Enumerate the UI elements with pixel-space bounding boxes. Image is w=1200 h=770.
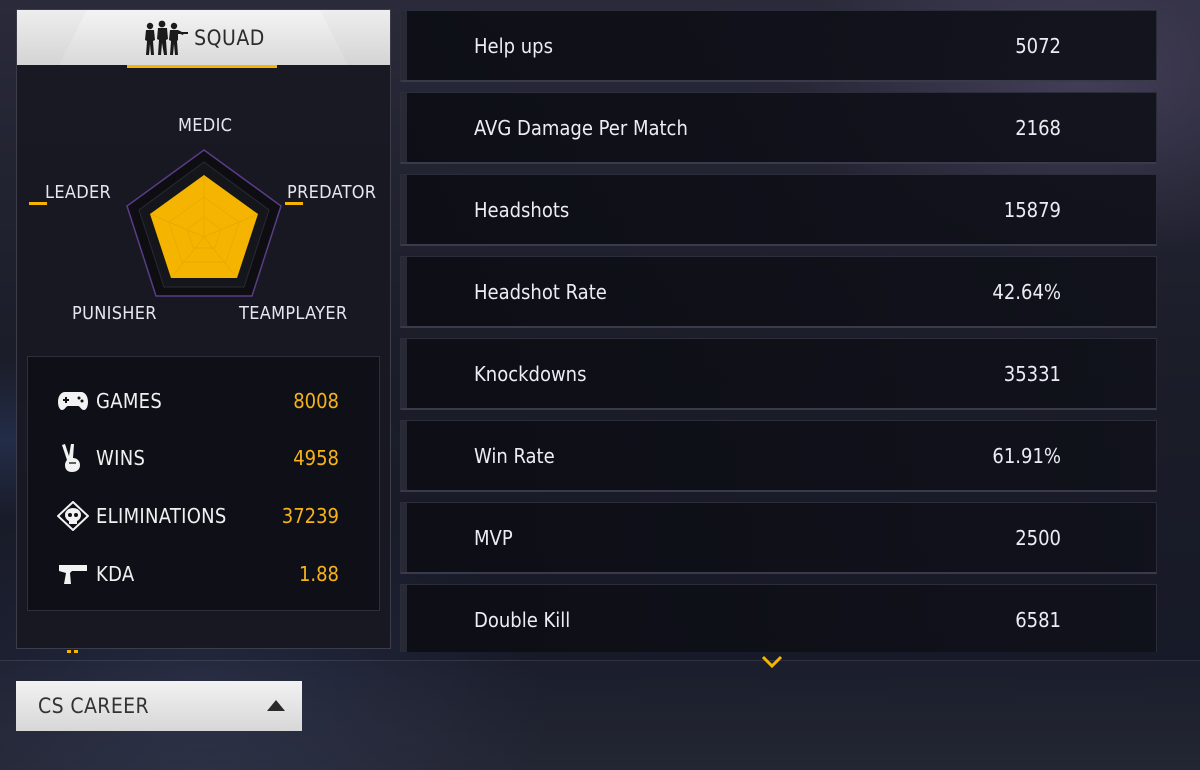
radar-label-punisher: PUNISHER <box>72 303 157 324</box>
stat-card-label: AVG Damage Per Match <box>474 116 688 140</box>
games-label: GAMES <box>96 389 163 413</box>
radar-leader-marker <box>29 202 47 205</box>
radar-label-teamplayer: TEAMPLAYER <box>239 303 348 324</box>
gamepad-icon <box>56 386 90 416</box>
stat-card-label: Headshots <box>474 198 570 222</box>
stat-card: Help ups 5072 <box>400 10 1157 82</box>
wins-value: 4958 <box>293 446 339 470</box>
stat-card-value: 2500 <box>1015 526 1061 550</box>
victory-hand-icon <box>56 443 90 473</box>
detailed-stats-list[interactable]: Help ups 5072 AVG Damage Per Match 2168 Head… <box>400 10 1157 652</box>
radar-predator-marker <box>285 202 303 205</box>
stat-card: Headshots 15879 <box>400 174 1157 246</box>
stat-card-value: 35331 <box>1003 362 1061 386</box>
stat-card-label: MVP <box>474 526 513 550</box>
summary-stats: GAMES 8008 WINS 4958 ELIMINATIONS 37239 … <box>27 356 380 611</box>
squad-soldiers-icon <box>145 20 189 55</box>
eliminations-label: ELIMINATIONS <box>96 504 227 528</box>
career-dropdown[interactable]: CS CAREER <box>16 681 302 731</box>
stat-card-value: 2168 <box>1015 116 1061 140</box>
stat-card-label: Double Kill <box>474 608 571 632</box>
kda-value: 1.88 <box>298 562 339 586</box>
stat-card-value: 61.91% <box>992 444 1061 468</box>
radar-label-medic: MEDIC <box>178 115 233 136</box>
radar-label-leader: LEADER <box>45 182 112 203</box>
stat-card-label: Help ups <box>474 34 553 58</box>
summary-row-kda: KDA 1.88 <box>28 554 381 594</box>
scroll-down-chevron-icon[interactable] <box>760 655 784 669</box>
pistol-icon <box>56 559 90 589</box>
stat-card-label: Knockdowns <box>474 362 587 386</box>
summary-row-eliminations: ELIMINATIONS 37239 <box>28 496 381 536</box>
mode-underline <box>127 65 277 68</box>
career-dropdown-label: CS CAREER <box>38 694 150 718</box>
mode-title: SQUAD <box>194 25 265 50</box>
stat-card: MVP 2500 <box>400 502 1157 574</box>
caret-up-icon <box>267 700 285 711</box>
stat-card-label: Headshot Rate <box>474 280 607 304</box>
stat-card: Knockdowns 35331 <box>400 338 1157 410</box>
panel-pager-dots <box>67 638 81 653</box>
stat-card-value: 5072 <box>1015 34 1061 58</box>
eliminations-value: 37239 <box>281 504 339 528</box>
stat-card-label: Win Rate <box>474 444 555 468</box>
stat-card-value: 42.64% <box>992 280 1061 304</box>
kda-label: KDA <box>96 562 135 586</box>
summary-row-games: GAMES 8008 <box>28 381 381 421</box>
mode-stats-panel: SQUAD MEDIC LEADER PREDATOR PUNISHER TEA… <box>16 9 391 649</box>
stat-card: AVG Damage Per Match 2168 <box>400 92 1157 164</box>
summary-row-wins: WINS 4958 <box>28 438 381 478</box>
stat-card: Double Kill 6581 <box>400 584 1157 652</box>
stat-card-value: 6581 <box>1015 608 1061 632</box>
mode-header: SQUAD <box>17 10 390 65</box>
games-value: 8008 <box>293 389 339 413</box>
wins-label: WINS <box>96 446 146 470</box>
skull-icon <box>56 501 90 531</box>
stat-card: Win Rate 61.91% <box>400 420 1157 492</box>
stat-card: Headshot Rate 42.64% <box>400 256 1157 328</box>
stat-card-value: 15879 <box>1003 198 1061 222</box>
radar-chart: MEDIC LEADER PREDATOR PUNISHER TEAMPLAYE… <box>17 110 390 340</box>
radar-label-predator: PREDATOR <box>287 182 377 203</box>
radar-pentagon <box>126 149 282 297</box>
